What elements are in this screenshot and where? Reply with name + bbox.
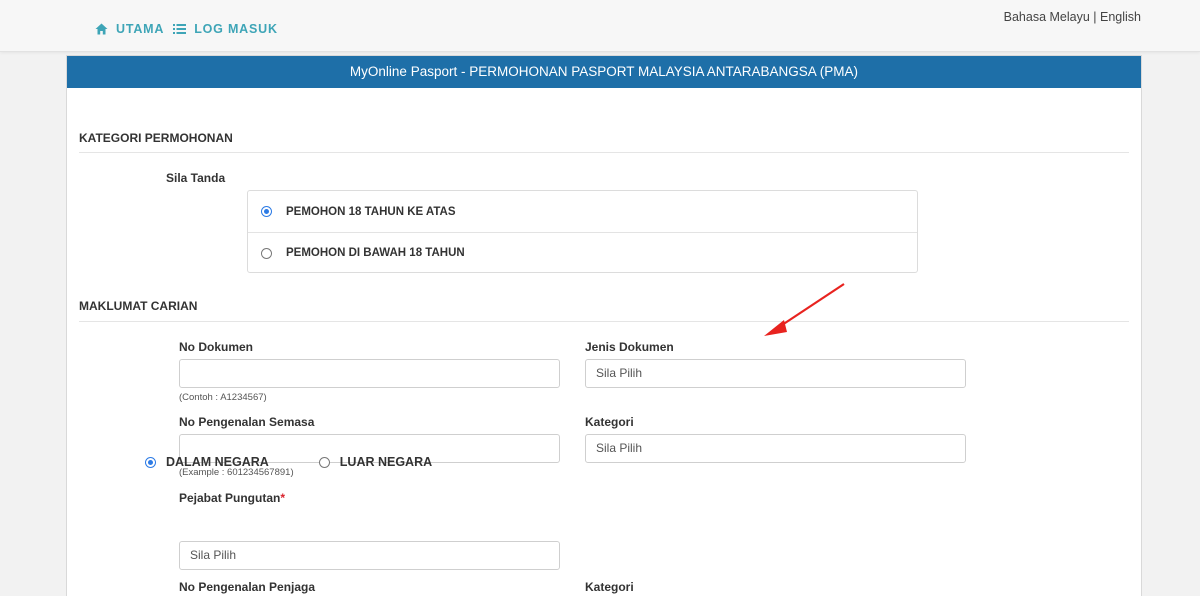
panel-title: MyOnline Pasport - PERMOHONAN PASPORT MA… [67,56,1141,88]
radio-option-label: LUAR NEGARA [339,455,433,469]
kategori-penjaga-label: Kategori [585,580,634,594]
radio-option-luar-negara[interactable]: LUAR NEGARA [318,455,433,469]
required-mark: * [280,491,286,505]
radio-option-label: PEMOHON 18 TAHUN KE ATAS [286,205,456,218]
nav-home-link[interactable]: UTAMA [95,22,164,36]
lang-separator: | [1089,10,1100,24]
radio-option-dalam-negara[interactable]: DALAM NEGARA [145,455,269,469]
pejabat-pungutan-label: Pejabat Pungutan* [179,491,285,505]
no-dokumen-hint: (Contoh : A1234567) [179,392,267,403]
no-pengenalan-label: No Pengenalan Semasa [179,415,315,429]
jenis-dokumen-select[interactable]: Sila Pilih [585,359,966,388]
main-nav: UTAMA LOG MASUK [95,22,287,36]
lang-malay-link[interactable]: Bahasa Melayu [1004,10,1090,24]
home-icon [95,23,108,35]
radio-button[interactable] [318,456,330,468]
nav-login-link[interactable]: LOG MASUK [173,22,278,36]
kategori-select[interactable]: Sila Pilih [585,434,966,463]
nav-login-label: LOG MASUK [194,22,278,36]
annotation-arrow-icon [764,283,845,336]
radio-button-checked[interactable] [261,206,272,217]
language-switcher: Bahasa Melayu | English [1004,10,1141,24]
section-title-kategori: KATEGORI PERMOHONAN [79,131,233,145]
radio-option-label: DALAM NEGARA [166,455,269,469]
jenis-dokumen-label: Jenis Dokumen [585,340,674,354]
pejabat-radio-group: DALAM NEGARA LUAR NEGARA [145,455,482,469]
kategori-label: Kategori [585,415,634,429]
radio-option-18-above[interactable]: PEMOHON 18 TAHUN KE ATAS [248,191,917,232]
radio-button[interactable] [261,247,272,259]
kategori-radio-group: PEMOHON 18 TAHUN KE ATAS PEMOHON DI BAWA… [247,190,918,273]
application-panel: MyOnline Pasport - PERMOHONAN PASPORT MA… [66,55,1142,596]
section-divider [79,321,1129,322]
no-dokumen-input[interactable] [179,359,560,388]
pejabat-pungutan-select[interactable]: Sila Pilih [179,541,560,570]
pejabat-pungutan-text: Pejabat Pungutan [179,491,281,505]
radio-option-label: PEMOHON DI BAWAH 18 TAHUN [286,247,465,259]
instruction-label: Sila Tanda [166,171,226,185]
nav-home-label: UTAMA [116,22,165,36]
list-icon [173,24,187,34]
top-bar: UTAMA LOG MASUK Bahasa Melayu | English [0,0,1200,52]
radio-button-checked[interactable] [145,456,156,468]
section-title-carian: MAKLUMAT CARIAN [79,299,198,313]
radio-option-under-18[interactable]: PEMOHON DI BAWAH 18 TAHUN [248,232,917,273]
no-penjaga-label: No Pengenalan Penjaga [179,580,316,594]
lang-english-link[interactable]: English [1100,10,1141,24]
section-divider [79,152,1129,153]
no-dokumen-label: No Dokumen [179,340,254,354]
